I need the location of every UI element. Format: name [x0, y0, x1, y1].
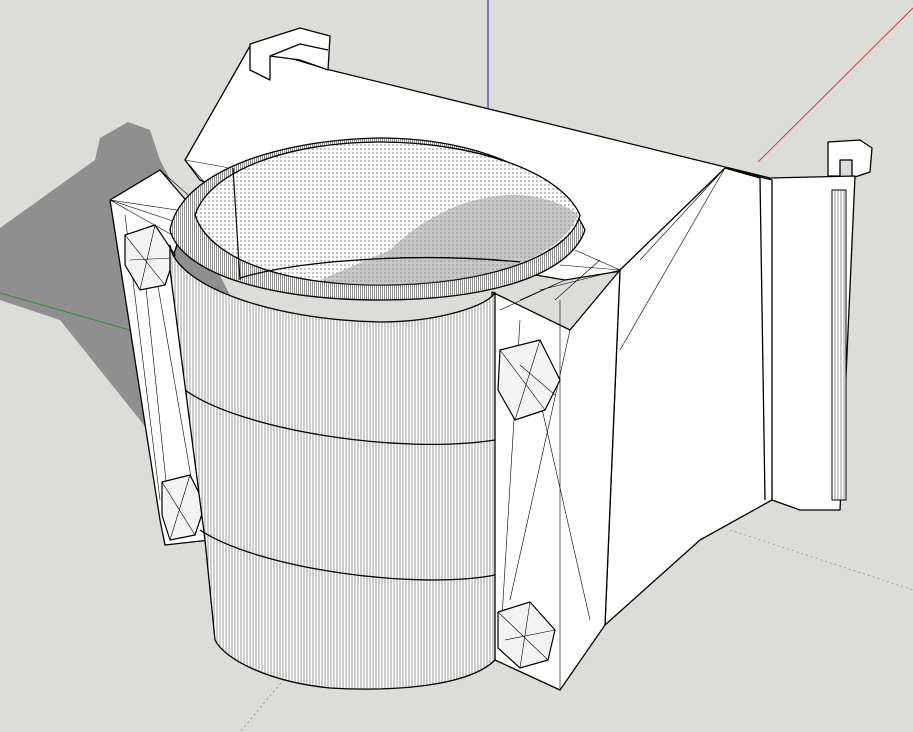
3d-viewport[interactable] — [0, 0, 913, 732]
red-axis-line — [757, 7, 913, 163]
model-canvas[interactable] — [0, 0, 913, 732]
cylinder-outer-wall[interactable] — [169, 244, 496, 690]
green-axis-dotted-line — [729, 529, 913, 591]
rear-right-clip[interactable] — [827, 139, 873, 179]
right-panel-edge-texture — [831, 189, 847, 501]
